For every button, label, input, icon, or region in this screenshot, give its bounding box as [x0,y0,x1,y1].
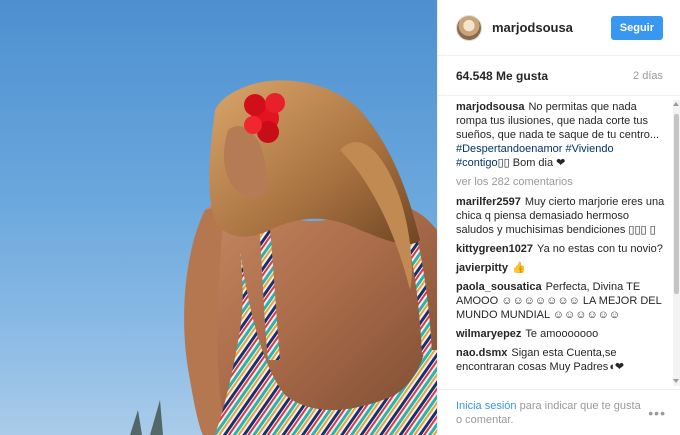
post-photo[interactable] [0,0,437,435]
comment: javierpitty 👍 [456,261,666,275]
view-all-comments-link[interactable]: ver los 282 comentarios [456,175,666,189]
comment: marilfer2597 Muy cierto marjorie eres una… [456,195,666,237]
post-footer: Inicia sesión para indicar que te gusta … [438,389,680,435]
hashtag-viviendo[interactable]: #Viviendo [565,143,613,155]
comment-text: 👍 [511,262,526,274]
hashtag-despertandoenamor[interactable]: #Despertandoenamor [456,143,562,155]
caption-username[interactable]: marjodsousa [456,101,524,113]
comment-username[interactable]: paola_sousatica [456,281,542,293]
scroll-down-arrow-icon[interactable] [673,379,679,383]
comment-username[interactable]: kittygreen1027 [456,243,533,255]
login-prompt: Inicia sesión para indicar que te gusta … [456,399,648,427]
comment: nao.dsmx Sigan esta Cuenta,se encontraran… [456,346,666,374]
post-modal: marjodsousa Seguir 64.548 Me gusta 2 día… [0,0,680,435]
likes-count[interactable]: 64.548 Me gusta [456,69,548,83]
caption-tail: ▯▯ Bom dia ❤ [497,157,566,169]
comment-text: Te amooooooo [525,328,599,340]
post-header: marjodsousa Seguir [438,0,680,56]
photo-illustration [130,80,437,435]
post-time[interactable]: 2 días [633,70,663,82]
post-stats: 64.548 Me gusta 2 días [438,56,680,96]
scrollbar-thumb[interactable] [674,114,679,294]
comment-username[interactable]: wilmaryepez [456,328,521,340]
comment-username[interactable]: nao.dsmx [456,347,507,359]
comment-username[interactable]: marilfer2597 [456,196,521,208]
header-username[interactable]: marjodsousa [492,20,611,35]
comment: paola_sousatica Perfecta, Divina TE AMOOO… [456,280,666,322]
login-link[interactable]: Inicia sesión [456,400,517,412]
hashtag-contigo[interactable]: #contigo [456,157,498,169]
caption: marjodsousa No permitas que nada rompa tu… [456,100,666,170]
scroll-up-arrow-icon[interactable] [673,102,679,106]
follow-button[interactable]: Seguir [610,15,663,40]
post-side-panel: marjodsousa Seguir 64.548 Me gusta 2 día… [437,0,680,435]
avatar[interactable] [456,14,482,41]
comment-username[interactable]: javierpitty [456,262,508,274]
comment: kittygreen1027 Ya no estas con tu novio? [456,242,666,256]
comment-text: Ya no estas con tu novio? [537,243,663,255]
comments-list[interactable]: marjodsousa No permitas que nada rompa tu… [438,96,680,389]
more-options-icon[interactable]: ••• [648,405,666,421]
comment: wilmaryepez Te amooooooo [456,327,666,341]
